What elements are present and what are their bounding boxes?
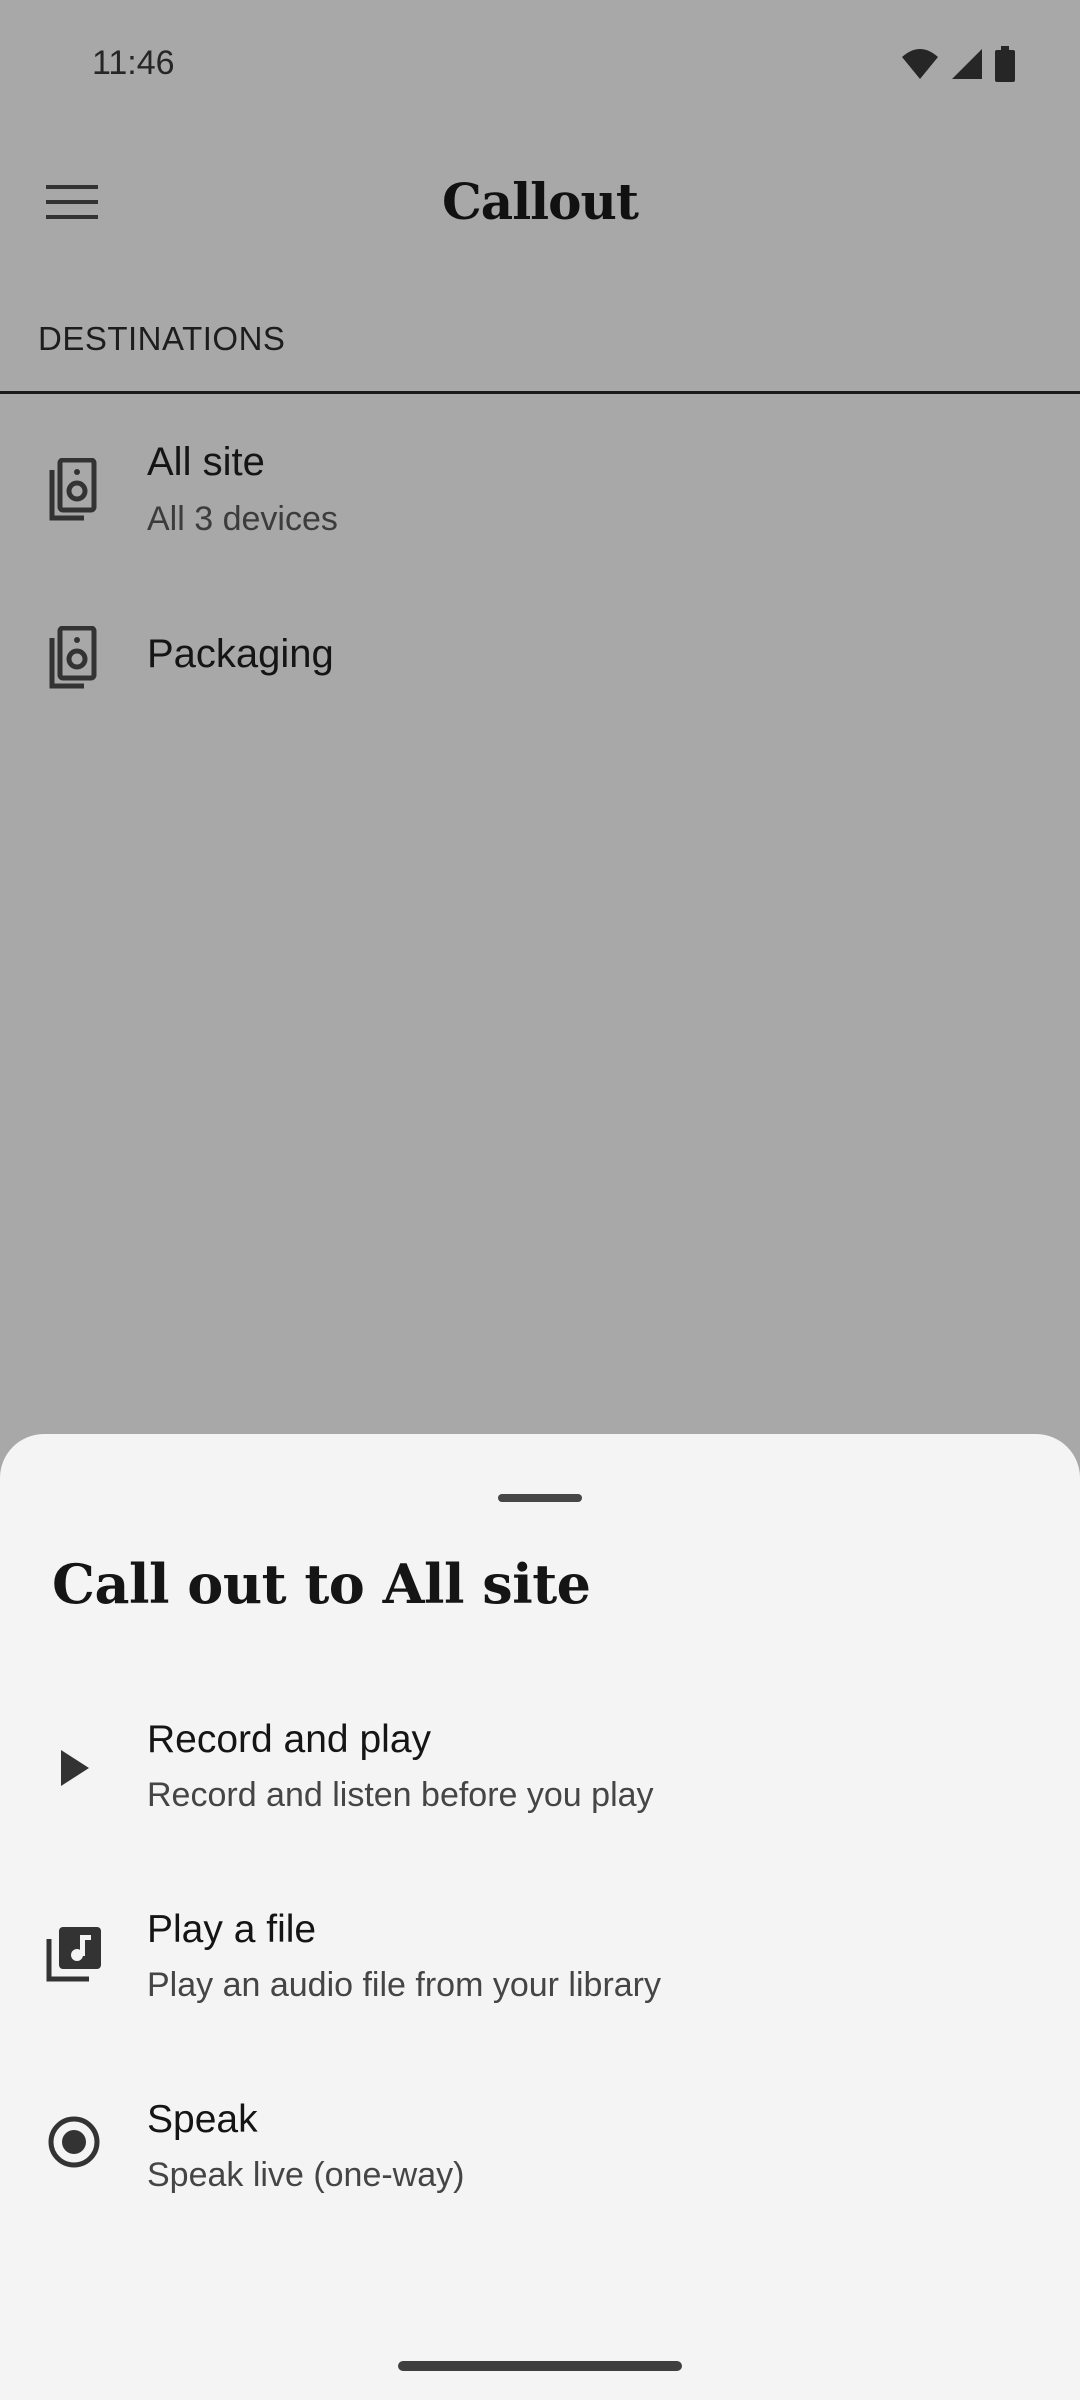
play-icon	[44, 1738, 104, 1798]
destinations-header: DESTINATIONS	[38, 320, 286, 357]
battery-icon	[994, 46, 1016, 82]
status-bar: 11:46	[0, 0, 1080, 132]
wifi-icon	[900, 47, 940, 81]
cellular-signal-icon	[950, 47, 984, 81]
speaker-group-icon	[44, 457, 100, 522]
radio-live-icon	[44, 2112, 104, 2172]
drag-handle[interactable]	[498, 1494, 582, 1502]
speaker-group-icon	[44, 625, 100, 690]
destination-item-packaging[interactable]: Packaging	[0, 580, 1080, 740]
destination-subtitle: All 3 devices	[147, 500, 338, 538]
destination-item-all-site[interactable]: All site All 3 devices	[0, 410, 1080, 570]
option-title: Speak	[147, 2098, 258, 2141]
status-icons	[900, 46, 1016, 82]
option-speak[interactable]: Speak Speak live (one-way)	[0, 2064, 1080, 2234]
option-subtitle: Play an audio file from your library	[147, 1966, 662, 2004]
bottom-sheet: Call out to All site Record and play Rec…	[0, 1434, 1080, 2400]
destination-title: All site	[147, 440, 265, 484]
sheet-title: Call out to All site	[52, 1552, 591, 1616]
destination-title: Packaging	[147, 632, 334, 676]
option-record-and-play[interactable]: Record and play Record and listen before…	[0, 1684, 1080, 1854]
option-title: Play a file	[147, 1908, 317, 1951]
app-bar: Callout	[0, 132, 1080, 282]
app-title: Callout	[442, 172, 639, 231]
option-subtitle: Speak live (one-way)	[147, 2156, 465, 2194]
section-divider	[0, 391, 1080, 394]
option-title: Record and play	[147, 1718, 432, 1761]
option-subtitle: Record and listen before you play	[147, 1776, 654, 1814]
gesture-nav-bar[interactable]	[398, 2361, 682, 2371]
option-play-a-file[interactable]: Play a file Play an audio file from your…	[0, 1874, 1080, 2044]
status-time: 11:46	[92, 44, 175, 82]
music-library-icon	[44, 1924, 104, 1984]
